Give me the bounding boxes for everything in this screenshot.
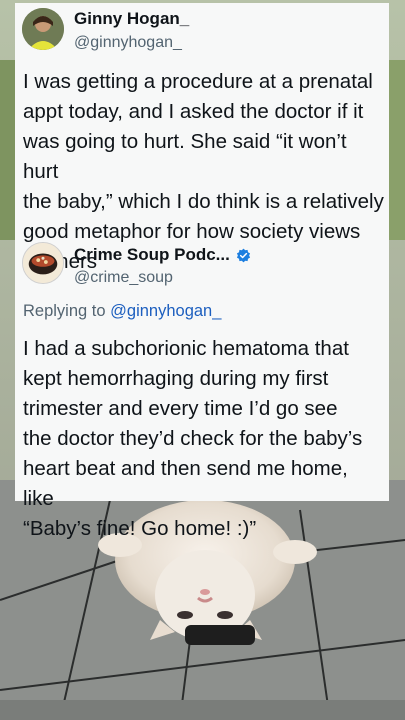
replying-to-label: Replying to	[23, 302, 106, 320]
reply-user-handle[interactable]: @crime_soup	[74, 269, 173, 287]
person-avatar-icon[interactable]	[22, 8, 64, 50]
verified-badge-icon	[236, 248, 250, 262]
reply-display-name[interactable]: Crime Soup Podc...	[74, 245, 230, 265]
replying-to-mention-link[interactable]: @ginnyhogan_	[110, 302, 221, 320]
reply-tweet-text: I had a subchorionic hematoma that kept …	[23, 337, 363, 540]
original-tweet-header: Ginny Hogan_ @ginnyhogan_	[22, 7, 382, 57]
tweet-card: Ginny Hogan_ @ginnyhogan_ I was getting …	[15, 3, 389, 540]
soup-bowl-avatar-icon[interactable]	[22, 242, 64, 284]
replying-to-line: Replying to @ginnyhogan_	[23, 302, 221, 321]
reply-tweet-header: Crime Soup Podc... @crime_soup	[22, 241, 382, 291]
reply-display-name-row: Crime Soup Podc...	[74, 245, 251, 265]
user-handle[interactable]: @ginnyhogan_	[74, 34, 182, 52]
display-name[interactable]: Ginny Hogan_	[74, 9, 189, 29]
